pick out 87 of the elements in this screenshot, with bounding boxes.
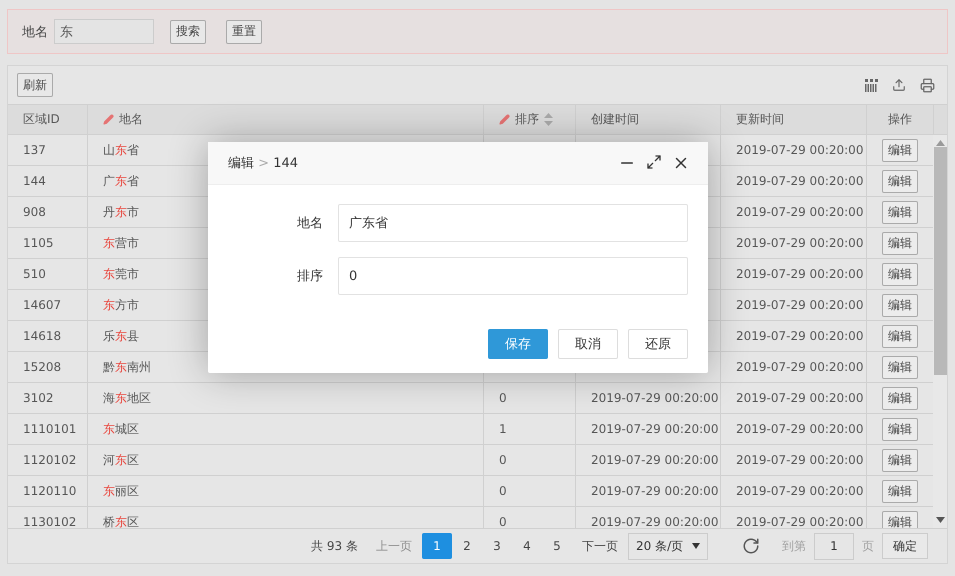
column-header-label: 地名	[119, 111, 143, 128]
maximize-icon[interactable]	[646, 154, 662, 170]
refresh-icon[interactable]	[742, 537, 760, 555]
table-cell: 河东区	[88, 445, 484, 475]
caret-icon[interactable]	[692, 543, 700, 549]
table-cell: 14607	[8, 290, 88, 320]
page-size-select[interactable]: 20 条/页	[628, 532, 708, 560]
table-cell: 2019-07-29 00:20:00	[721, 166, 867, 196]
table-cell: 东丽区	[88, 476, 484, 506]
scrollbar[interactable]	[933, 135, 947, 528]
table-cell: 2019-07-29 00:20:00	[721, 414, 867, 444]
input-field[interactable]: 广东省	[338, 204, 688, 242]
edit-button[interactable]: 编辑	[882, 200, 918, 224]
refresh-button[interactable]: 刷新	[17, 73, 53, 97]
table-cell: 137	[8, 135, 88, 165]
table-cell: 1120110	[8, 476, 88, 506]
table-cell: 1110101	[8, 414, 88, 444]
reset-button[interactable]: 重置	[226, 20, 262, 44]
table-cell: 1	[484, 414, 576, 444]
table-cell: 0	[484, 445, 576, 475]
edit-button[interactable]: 编辑	[882, 262, 918, 286]
page-link[interactable]: 3	[482, 533, 512, 559]
table-cell: 1105	[8, 228, 88, 258]
table-cell: 0	[484, 476, 576, 506]
next-page-link[interactable]: 下一页	[582, 538, 618, 554]
column-header-label: 创建时间	[591, 111, 639, 128]
edit-button[interactable]: 编辑	[882, 294, 918, 316]
field-label: 排序	[296, 268, 324, 285]
edit-button[interactable]: 编辑	[882, 324, 918, 348]
table-cell: 2019-07-29 00:20:00	[721, 259, 867, 289]
table-cell: 14618	[8, 321, 88, 351]
table-cell: 2019-07-29 00:20:00	[721, 228, 867, 258]
table-cell: 144	[8, 166, 88, 196]
table-cell: 东城区	[88, 414, 484, 444]
scroll-down-icon[interactable]	[936, 517, 944, 523]
column-header-label: 区域ID	[23, 111, 60, 128]
edit-button[interactable]: 编辑	[882, 510, 918, 528]
table-cell: 2019-07-29 00:20:00	[721, 321, 867, 351]
table-cell: 2019-07-29 00:20:00	[721, 476, 867, 506]
edit-button[interactable]: 编辑	[882, 356, 918, 378]
page-number-field[interactable]: 1	[814, 532, 854, 560]
column-header-label: 操作	[888, 111, 912, 128]
search-label: 地名	[22, 24, 48, 40]
column-header-label: 更新时间	[736, 111, 784, 128]
table-cell: 3102	[8, 383, 88, 413]
table-cell: 2019-07-29 00:20:00	[576, 383, 721, 413]
goto-label: 到第	[782, 538, 806, 554]
print-icon[interactable]	[920, 78, 935, 92]
table-cell: 2019-07-29 00:20:00	[576, 476, 721, 506]
dialog-button[interactable]: 还原	[628, 329, 688, 359]
table-cell: 2019-07-29 00:20:00	[576, 507, 721, 528]
edit-button[interactable]: 编辑	[882, 138, 918, 162]
edit-button[interactable]: 编辑	[882, 448, 918, 472]
table-cell: 1130102	[8, 507, 88, 528]
table-cell: 2019-07-29 00:20:00	[721, 135, 867, 165]
table-cell: 2019-07-29 00:20:00	[721, 197, 867, 227]
table-cell: 0	[484, 383, 576, 413]
edit-button[interactable]: 编辑	[882, 170, 918, 192]
edit-button[interactable]: 编辑	[882, 480, 918, 502]
table-cell: 2019-07-29 00:20:00	[721, 383, 867, 413]
confirm-button[interactable]: 确定	[882, 533, 928, 559]
page-unit-label: 页	[862, 538, 874, 554]
page-link[interactable]: 5	[542, 533, 572, 559]
search-button[interactable]: 搜索	[170, 20, 206, 44]
table-cell: 2019-07-29 00:20:00	[576, 414, 721, 444]
table-cell: 15208	[8, 352, 88, 382]
table-cell: 908	[8, 197, 88, 227]
export-icon[interactable]	[892, 78, 906, 92]
table-cell: 2019-07-29 00:20:00	[576, 445, 721, 475]
edit-button[interactable]: 编辑	[882, 232, 918, 254]
page-link[interactable]: 4	[512, 533, 542, 559]
edit-button[interactable]: 编辑	[882, 386, 918, 410]
input-field[interactable]: 0	[338, 257, 688, 295]
table-cell: 海东地区	[88, 383, 484, 413]
page-link[interactable]: 2	[452, 533, 482, 559]
table-cell: 1120102	[8, 445, 88, 475]
total-count: 共 93 条	[311, 538, 358, 554]
columns-icon[interactable]	[865, 78, 878, 92]
column-header-label: 排序	[515, 111, 539, 128]
table-cell: 2019-07-29 00:20:00	[721, 445, 867, 475]
table-cell: 510	[8, 259, 88, 289]
search-field[interactable]: 东	[54, 19, 154, 44]
dialog-button[interactable]: 取消	[558, 329, 618, 359]
table-cell: 2019-07-29 00:20:00	[721, 290, 867, 320]
table-cell: 2019-07-29 00:20:00	[721, 352, 867, 382]
edit-button[interactable]: 编辑	[882, 418, 918, 440]
table-cell: 0	[484, 507, 576, 528]
